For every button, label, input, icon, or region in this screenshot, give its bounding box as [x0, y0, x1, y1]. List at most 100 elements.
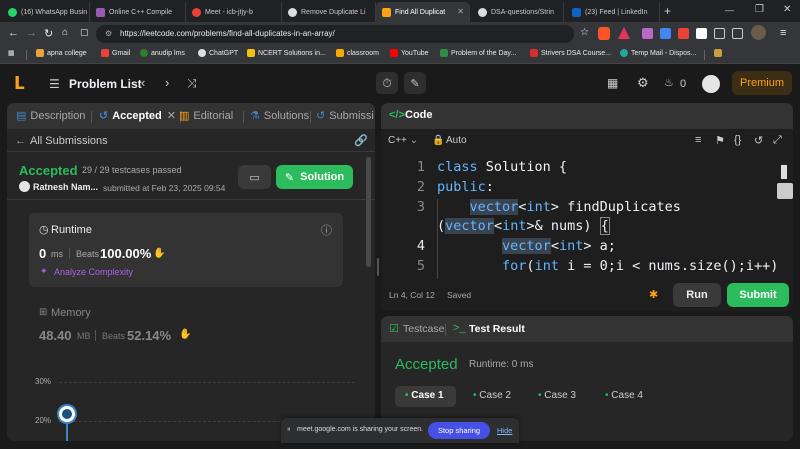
- star-icon[interactable]: ☆: [580, 27, 589, 38]
- browser-tab-whatsapp[interactable]: (16) WhatsApp Busin: [2, 2, 90, 22]
- resize-handle[interactable]: [377, 258, 379, 276]
- premium-button[interactable]: Premium: [732, 71, 792, 95]
- memory-card[interactable]: ⊞ Memory 48.40 MB Beats 52.14% ✋: [29, 299, 343, 351]
- notebook-button[interactable]: ▭: [238, 165, 271, 189]
- browser-tab-cpp-compiler[interactable]: Online C++ Compile: [90, 2, 186, 22]
- new-tab-button[interactable]: +: [664, 4, 671, 18]
- user-avatar[interactable]: [702, 75, 720, 93]
- bookmark-gfg-potd[interactable]: Problem of the Day...: [440, 49, 516, 57]
- solution-button[interactable]: ✎ Solution: [276, 165, 353, 189]
- shuffle-icon[interactable]: ⤨: [187, 76, 197, 91]
- user-avatar[interactable]: [19, 181, 30, 192]
- browser-tab-find-duplicates[interactable]: Find All Duplicat ✕: [376, 2, 470, 22]
- user-name[interactable]: Ratnesh Nam...: [33, 182, 98, 192]
- site-info-icon[interactable]: ⚙: [105, 25, 112, 43]
- info-icon[interactable]: ⓘ: [321, 222, 332, 238]
- reset-icon[interactable]: ↺: [754, 134, 763, 147]
- browser-tab-remove-duplicate[interactable]: Remove Duplicate Li: [282, 2, 376, 22]
- problem-list-link[interactable]: Problem List: [69, 77, 142, 91]
- reload-icon[interactable]: ↻: [44, 27, 53, 40]
- bookmark-anudip[interactable]: anudip lms: [140, 49, 185, 57]
- language-select[interactable]: C++ ⌄: [388, 135, 418, 146]
- extension-icon[interactable]: [660, 28, 671, 39]
- back-icon[interactable]: ←: [8, 27, 19, 39]
- bookmark-strivers[interactable]: Strivers DSA Course...: [530, 49, 611, 57]
- settings-gear-icon[interactable]: ⚙: [637, 75, 649, 91]
- minimize-icon[interactable]: —: [725, 5, 734, 15]
- tab-submissions[interactable]: ↺ Submissi: [316, 109, 374, 123]
- format-icon[interactable]: ≡: [695, 134, 701, 146]
- extension-icon[interactable]: [696, 28, 707, 39]
- side-widget[interactable]: [777, 183, 793, 199]
- home-icon[interactable]: ⌂: [62, 27, 68, 38]
- run-button[interactable]: Run: [673, 283, 721, 307]
- prev-problem-icon[interactable]: ‹: [141, 75, 145, 90]
- bookmark-ncert[interactable]: NCERT Solutions in...: [247, 49, 326, 57]
- next-problem-icon[interactable]: ›: [165, 75, 169, 90]
- sidebar-toggle-icon[interactable]: [714, 28, 725, 39]
- case-tab[interactable]: • Case 2: [473, 390, 511, 401]
- notes-icon[interactable]: ✎: [404, 72, 426, 94]
- chart-marker[interactable]: [59, 406, 75, 422]
- tab-solutions[interactable]: ⚗ Solutions: [250, 109, 309, 123]
- browser-tab-dsa-questions[interactable]: DSA-questions/Strin: [472, 2, 564, 22]
- all-bookmarks-folder[interactable]: [714, 49, 725, 57]
- line-number: 2: [416, 179, 425, 195]
- debug-icon[interactable]: ✱: [649, 288, 658, 301]
- brave-shields-icon[interactable]: [598, 27, 610, 40]
- braces-icon[interactable]: {}: [734, 134, 741, 146]
- case-tab[interactable]: • Case 4: [605, 390, 643, 401]
- back-arrow-icon[interactable]: ←: [15, 135, 26, 147]
- tab-editorial[interactable]: ▥ Editorial: [179, 109, 233, 123]
- streak-fire-icon[interactable]: ♨: [664, 76, 674, 89]
- bookmark-classroom[interactable]: classroom: [336, 49, 379, 57]
- apps-icon[interactable]: ▦: [8, 49, 15, 57]
- leetcode-logo-icon[interactable]: ᒪ: [14, 74, 25, 94]
- forward-icon[interactable]: →: [26, 27, 37, 39]
- rewards-icon[interactable]: [618, 27, 630, 39]
- bookmark-apna-college[interactable]: apna college: [36, 49, 87, 57]
- close-tab-icon[interactable]: ✕: [167, 109, 176, 122]
- extension-icon[interactable]: [642, 28, 653, 39]
- expand-icon[interactable]: ⤢: [773, 134, 782, 147]
- browser-tab-linkedin[interactable]: (23) Feed | LinkedIn: [566, 2, 660, 22]
- sidebar-icon[interactable]: ▢: [80, 27, 89, 38]
- close-window-icon[interactable]: ✕: [783, 4, 791, 15]
- browser-tab-bar: (16) WhatsApp Busin Online C++ Compile M…: [0, 0, 800, 22]
- bookmark-chatgpt[interactable]: ChatGPT: [198, 49, 238, 57]
- runtime-title: Runtime: [51, 224, 92, 236]
- analyze-complexity-link[interactable]: Analyze Complexity: [54, 267, 133, 277]
- tab-description[interactable]: ▤ Description: [16, 109, 85, 123]
- stop-sharing-button[interactable]: Stop sharing: [428, 422, 490, 439]
- runtime-beats-label: Beats: [76, 249, 100, 259]
- profile-avatar[interactable]: [751, 25, 766, 40]
- hide-link[interactable]: Hide: [497, 426, 512, 435]
- bookmark-icon[interactable]: ⚑: [715, 134, 725, 147]
- drag-handle-icon[interactable]: ⏸: [287, 426, 291, 434]
- scrollbar[interactable]: [366, 157, 371, 267]
- timer-icon[interactable]: ⏱: [376, 72, 398, 94]
- bookmark-gmail[interactable]: Gmail: [101, 49, 130, 57]
- layout-grid-icon[interactable]: ▦: [607, 76, 618, 90]
- browser-tab-meet[interactable]: Meet - icb-jtjy-b: [186, 2, 282, 22]
- minimap-indicator[interactable]: [781, 165, 787, 179]
- submit-button[interactable]: Submit: [727, 283, 789, 307]
- bookmark-youtube[interactable]: YouTube: [390, 49, 429, 57]
- auto-mode[interactable]: Auto: [446, 135, 467, 146]
- bookmark-temp-mail[interactable]: Temp Mail - Dispos...: [620, 49, 696, 57]
- restore-icon[interactable]: ❐: [755, 4, 764, 15]
- case-tab[interactable]: • Case 3: [538, 390, 576, 401]
- linkedin-icon: [572, 7, 581, 17]
- address-bar[interactable]: ⚙ https://leetcode.com/problems/find-all…: [96, 25, 574, 43]
- tab-test-result[interactable]: Test Result: [469, 323, 525, 335]
- close-icon[interactable]: ✕: [457, 7, 464, 16]
- tab-accepted[interactable]: ↺ Accepted ✕: [99, 109, 176, 123]
- runtime-card[interactable]: ◷ Runtime ⓘ 0 ms Beats 100.00% ✋ ✦ Analy…: [29, 213, 343, 287]
- all-submissions-link[interactable]: All Submissions: [30, 135, 108, 147]
- extension-icon[interactable]: [678, 28, 689, 39]
- tab-testcase[interactable]: Testcase: [403, 323, 444, 335]
- case-tab[interactable]: • Case 1: [405, 390, 444, 401]
- menu-icon[interactable]: ≡: [780, 27, 786, 39]
- share-link-icon[interactable]: 🔗: [354, 134, 368, 147]
- wallet-icon[interactable]: [732, 28, 743, 39]
